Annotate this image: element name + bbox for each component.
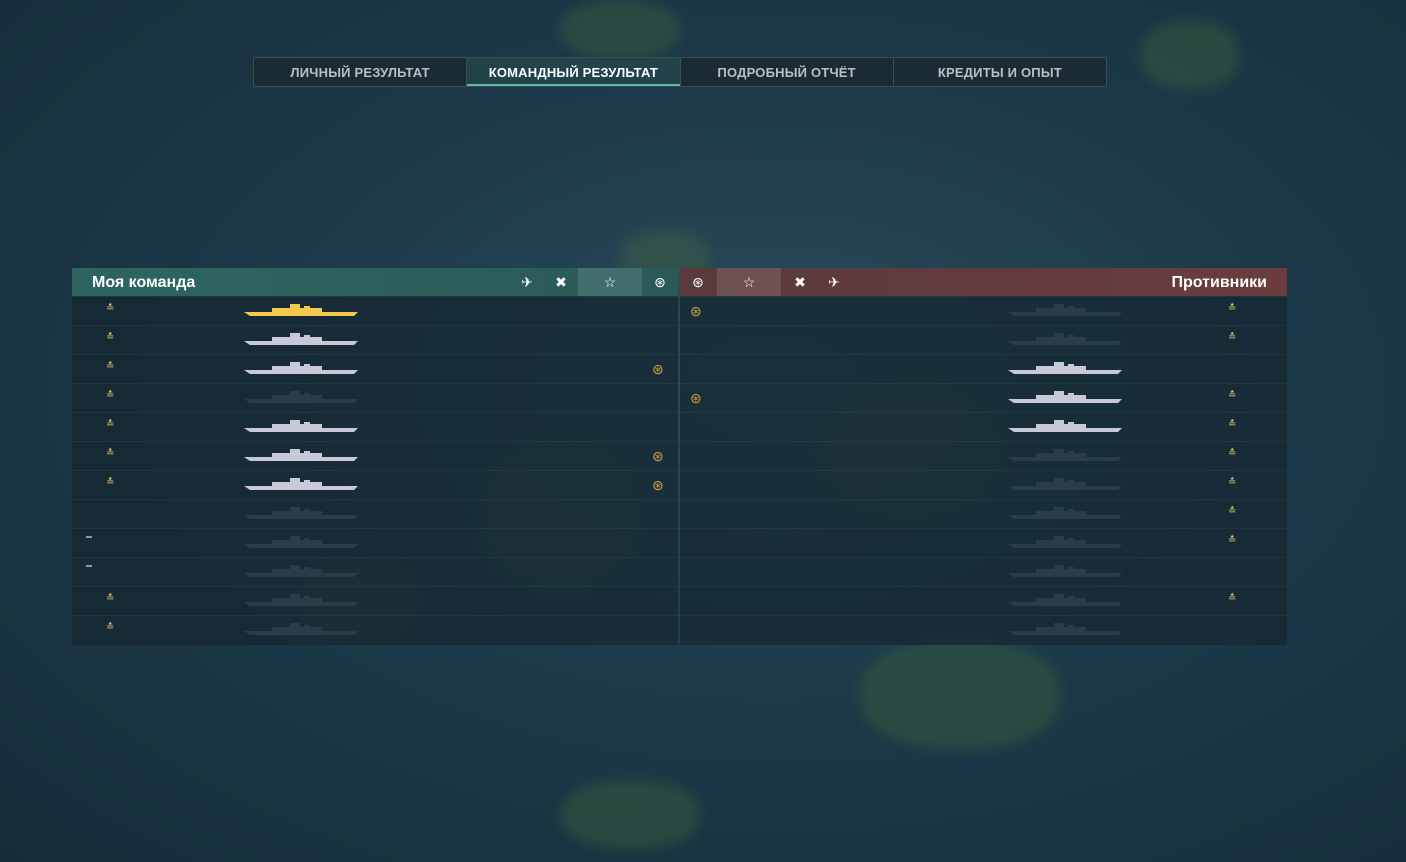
enemy-row[interactable]: ≛ — [680, 325, 1287, 355]
enemy-row[interactable] — [680, 557, 1287, 587]
player-row[interactable]: ≛ — [72, 383, 678, 413]
player-row[interactable]: ≛ ⊛ — [72, 470, 678, 500]
rank-insignia-icon: ≛ — [106, 390, 115, 401]
ship-silhouette — [1006, 506, 1124, 520]
rank-insignia-icon: ≛ — [1228, 477, 1237, 488]
my-team-panel: Моя команда ✈ ✖ ☆ ⊛ ≛ ≛ ≛ ⊛ ≛ ≛ ≛ ⊛ ≛ ⊛ ≛ ≛ — [72, 268, 678, 645]
rank-insignia-icon: ≛ — [1228, 535, 1237, 546]
ship-silhouette — [1006, 390, 1124, 404]
rank-insignia-icon: ≛ — [1228, 332, 1237, 343]
division-badge-icon — [86, 536, 92, 538]
ship-silhouette — [242, 303, 360, 317]
map-island — [560, 780, 700, 850]
player-row[interactable]: ≛ ⊛ — [72, 441, 678, 471]
medal-icon: ⊛ — [652, 361, 664, 377]
ship-silhouette — [1006, 477, 1124, 491]
ship-silhouette — [242, 593, 360, 607]
enemy-row[interactable]: ⊛ ≛ — [680, 383, 1287, 413]
rank-insignia-icon: ≛ — [106, 477, 115, 488]
enemy-row[interactable]: ≛ — [680, 586, 1287, 616]
medal-icon: ⊛ — [690, 390, 702, 406]
enemy-row[interactable]: ≛ — [680, 528, 1287, 558]
enemy-team-panel: ⊛ ☆ ✖ ✈ Противники ⊛ ≛ ≛ ⊛ ≛ ≛ ≛ ≛ ≛ ≛ ≛ — [680, 268, 1287, 645]
ship-silhouette — [1006, 535, 1124, 549]
ship-silhouette — [242, 564, 360, 578]
crossed-swords-icon: ✖ — [794, 274, 806, 290]
player-row[interactable] — [72, 499, 678, 529]
ship-silhouette — [242, 535, 360, 549]
rank-insignia-icon: ≛ — [106, 448, 115, 459]
map-island — [860, 640, 1060, 750]
tab-credits-xp[interactable]: КРЕДИТЫ И ОПЫТ — [894, 58, 1106, 86]
enemy-team-header: ⊛ ☆ ✖ ✈ Противники — [680, 268, 1287, 296]
ship-silhouette — [1006, 564, 1124, 578]
rank-insignia-icon: ≛ — [106, 303, 115, 314]
my-team-title: Моя команда — [92, 274, 196, 291]
player-row[interactable]: ≛ — [72, 586, 678, 616]
ship-silhouette — [1006, 332, 1124, 346]
rank-insignia-icon: ≛ — [1228, 593, 1237, 604]
medal-icon: ⊛ — [652, 448, 664, 464]
ship-silhouette — [1006, 622, 1124, 636]
ship-silhouette — [242, 622, 360, 636]
rank-insignia-icon: ≛ — [106, 419, 115, 430]
player-row[interactable]: ≛ — [72, 325, 678, 355]
ship-silhouette — [242, 419, 360, 433]
enemy-row[interactable] — [680, 615, 1287, 645]
ship-silhouette — [1006, 361, 1124, 375]
medal-icon: ⊛ — [654, 274, 666, 290]
ship-silhouette — [1006, 448, 1124, 462]
enemy-row[interactable] — [680, 354, 1287, 384]
tab-personal-result[interactable]: ЛИЧНЫЙ РЕЗУЛЬТАТ — [254, 58, 468, 86]
map-island — [1140, 20, 1240, 90]
rank-insignia-icon: ≛ — [1228, 506, 1237, 517]
ship-silhouette — [242, 448, 360, 462]
player-row[interactable] — [72, 557, 678, 587]
ship-silhouette — [1006, 593, 1124, 607]
rank-insignia-icon: ≛ — [106, 593, 115, 604]
enemy-row[interactable]: ≛ — [680, 470, 1287, 500]
ship-silhouette — [242, 361, 360, 375]
player-row[interactable] — [72, 528, 678, 558]
tab-detailed-report[interactable]: ПОДРОБНЫЙ ОТЧЁТ — [681, 58, 894, 86]
rank-insignia-icon: ≛ — [106, 332, 115, 343]
ship-silhouette — [242, 332, 360, 346]
medal-icon: ⊛ — [690, 303, 702, 319]
player-row[interactable]: ≛ — [72, 615, 678, 645]
my-team-header: Моя команда ✈ ✖ ☆ ⊛ — [72, 268, 678, 296]
rank-insignia-icon: ≛ — [106, 622, 115, 633]
star-icon: ☆ — [742, 274, 756, 290]
enemy-row[interactable]: ≛ — [680, 441, 1287, 471]
map-island — [560, 0, 680, 60]
ship-silhouette — [242, 390, 360, 404]
star-icon: ☆ — [603, 274, 617, 290]
rank-insignia-icon: ≛ — [106, 361, 115, 372]
medal-icon: ⊛ — [692, 274, 704, 290]
enemy-row[interactable]: ≛ — [680, 499, 1287, 529]
ship-silhouette — [242, 477, 360, 491]
ship-silhouette — [1006, 419, 1124, 433]
player-row[interactable]: ≛ — [72, 412, 678, 442]
plane-icon: ✈ — [521, 274, 533, 290]
enemy-team-title: Противники — [1171, 274, 1268, 291]
enemy-row[interactable]: ⊛ ≛ — [680, 296, 1287, 326]
player-row[interactable]: ≛ ⊛ — [72, 354, 678, 384]
plane-icon: ✈ — [828, 274, 840, 290]
rank-insignia-icon: ≛ — [1228, 448, 1237, 459]
division-badge-icon — [86, 565, 92, 567]
crossed-swords-icon: ✖ — [555, 274, 567, 290]
medal-icon: ⊛ — [652, 477, 664, 493]
results-tabs: ЛИЧНЫЙ РЕЗУЛЬТАТ КОМАНДНЫЙ РЕЗУЛЬТАТ ПОД… — [253, 57, 1107, 87]
player-row[interactable]: ≛ — [72, 296, 678, 326]
enemy-row[interactable]: ≛ — [680, 412, 1287, 442]
rank-insignia-icon: ≛ — [1228, 390, 1237, 401]
ship-silhouette — [1006, 303, 1124, 317]
rank-insignia-icon: ≛ — [1228, 303, 1237, 314]
tab-team-result[interactable]: КОМАНДНЫЙ РЕЗУЛЬТАТ — [467, 58, 681, 86]
rank-insignia-icon: ≛ — [1228, 419, 1237, 430]
ship-silhouette — [242, 506, 360, 520]
